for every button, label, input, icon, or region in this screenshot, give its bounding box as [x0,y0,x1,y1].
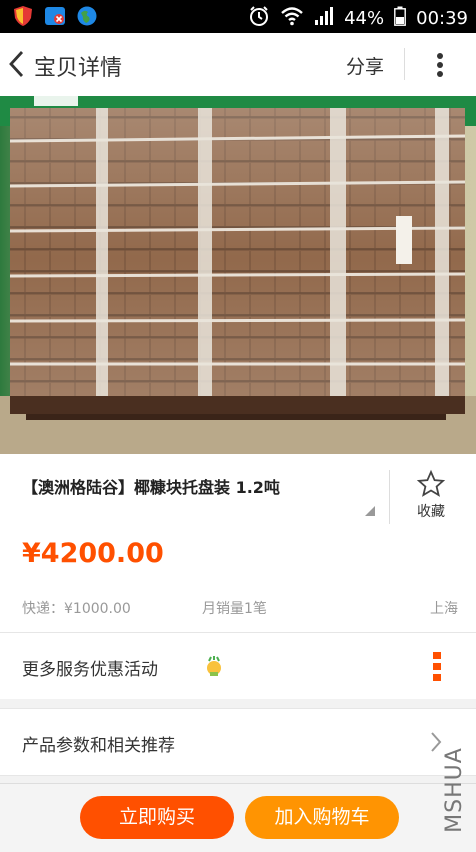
clock-time: 00:39 [416,8,468,29]
shipping-fee: 快递：¥1000.00 [22,601,131,617]
signal-icon [314,6,334,31]
watermark-text: MSHUA [442,747,467,833]
alarm-icon [248,5,270,32]
product-title: 【澳洲格陆谷】椰糠块托盘装 1.2吨 [22,478,280,497]
status-bar: 44% 00:39 [0,0,476,33]
shield-icon [12,5,34,27]
notification-icons [12,5,98,27]
watermark: MSHUA [440,735,470,845]
ship-location: 上海 [430,601,458,617]
battery-percent: 44% [344,8,385,29]
params-label: 产品参数和相关推荐 [22,736,175,756]
page-title: 宝贝详情 [34,56,123,81]
price: ¥4200.00 [22,538,164,569]
services-label: 更多服务优惠活动 [22,660,158,680]
nav-bar: 宝贝详情 分享 [0,33,476,97]
buy-now-button[interactable]: 立即购买 [80,796,234,839]
back-arrow-icon[interactable] [6,48,30,80]
params-row[interactable]: 产品参数和相关推荐 [0,708,476,776]
wifi-icon [280,6,304,31]
bottom-action-bar: 立即购买 加入购物车 [0,783,476,852]
browser-globe-icon [76,5,98,27]
hands-icon [203,655,225,681]
info-divider [389,470,390,524]
security-app-icon [44,5,66,27]
add-to-cart-button[interactable]: 加入购物车 [245,796,399,839]
product-info: 【澳洲格陆谷】椰糠块托盘装 1.2吨 收藏 ¥4200.00 快递：¥1000.… [0,454,476,632]
share-button[interactable]: 分享 [346,52,384,79]
expand-corner-icon [365,506,375,516]
nav-divider [404,48,405,80]
services-row[interactable]: 更多服务优惠活动 [0,632,476,699]
monthly-sales: 月销量1笔 [202,601,267,617]
favorite-button[interactable]: 收藏 [406,469,456,521]
orange-dots-icon[interactable] [432,651,442,687]
product-image[interactable] [0,96,476,454]
battery-icon [394,6,407,31]
favorite-label: 收藏 [417,504,445,520]
more-vert-icon[interactable] [432,51,448,79]
